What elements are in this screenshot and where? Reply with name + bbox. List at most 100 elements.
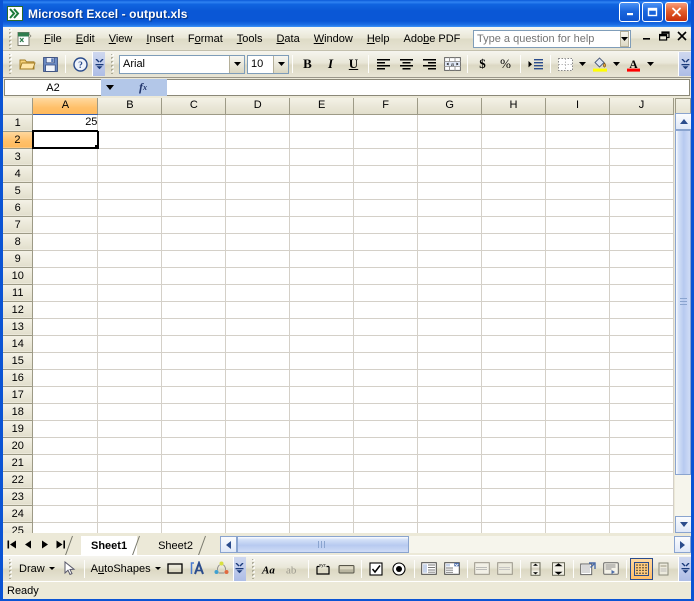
- cell-b9[interactable]: [97, 250, 163, 268]
- cell-g12[interactable]: [417, 301, 483, 319]
- cell-j12[interactable]: [609, 301, 674, 319]
- scroll-up-icon[interactable]: [675, 113, 691, 130]
- cell-d24[interactable]: [225, 505, 291, 523]
- cell-c24[interactable]: [161, 505, 227, 523]
- cell-h6[interactable]: [481, 199, 546, 217]
- cell-e4[interactable]: [289, 165, 355, 183]
- cell-a3[interactable]: [32, 148, 99, 166]
- diagram-icon[interactable]: [210, 558, 233, 580]
- font-color-icon[interactable]: A: [622, 53, 645, 75]
- cell-g22[interactable]: [417, 471, 483, 489]
- cell-f24[interactable]: [353, 505, 419, 523]
- cell-c13[interactable]: [161, 318, 227, 336]
- cell-b19[interactable]: [97, 420, 163, 438]
- cell-d6[interactable]: [225, 199, 291, 217]
- cell-j5[interactable]: [609, 182, 674, 200]
- cell-j20[interactable]: [609, 437, 674, 455]
- cell-g10[interactable]: [417, 267, 483, 285]
- row-header-24[interactable]: 24: [3, 505, 34, 523]
- cell-d8[interactable]: [225, 233, 291, 251]
- cell-c25[interactable]: [161, 522, 227, 533]
- column-header-g[interactable]: G: [417, 98, 483, 115]
- cell-d1[interactable]: [225, 114, 291, 132]
- cell-a11[interactable]: [32, 284, 99, 302]
- toggle-button-icon[interactable]: [471, 558, 494, 580]
- cell-g4[interactable]: [417, 165, 483, 183]
- wordart-icon[interactable]: [187, 558, 210, 580]
- cell-b18[interactable]: [97, 403, 163, 421]
- cell-b2[interactable]: [97, 131, 163, 149]
- cell-b5[interactable]: [97, 182, 163, 200]
- drawing-toolbar-gripper[interactable]: [6, 558, 15, 579]
- cell-c22[interactable]: [161, 471, 227, 489]
- formatting-toolbar-gripper[interactable]: [108, 54, 117, 74]
- cell-b15[interactable]: [97, 352, 163, 370]
- vertical-scroll-track[interactable]: [675, 475, 691, 516]
- cell-f20[interactable]: [353, 437, 419, 455]
- cell-i20[interactable]: [545, 437, 610, 455]
- rectangle-icon[interactable]: [164, 558, 187, 580]
- cell-a25[interactable]: [32, 522, 99, 533]
- row-header-21[interactable]: 21: [3, 454, 34, 472]
- cell-e12[interactable]: [289, 301, 355, 319]
- cell-g19[interactable]: [417, 420, 483, 438]
- cell-c4[interactable]: [161, 165, 227, 183]
- cell-f5[interactable]: [353, 182, 419, 200]
- cell-d4[interactable]: [225, 165, 291, 183]
- cell-f6[interactable]: [353, 199, 419, 217]
- cell-b23[interactable]: [97, 488, 163, 506]
- label-icon[interactable]: ab: [282, 558, 305, 580]
- cell-e7[interactable]: [289, 216, 355, 234]
- command-button-icon[interactable]: [335, 558, 358, 580]
- cell-a16[interactable]: [32, 369, 99, 387]
- cell-c23[interactable]: [161, 488, 227, 506]
- cell-a23[interactable]: [32, 488, 99, 506]
- cell-d16[interactable]: [225, 369, 291, 387]
- cell-g1[interactable]: [417, 114, 483, 132]
- cell-d2[interactable]: [225, 131, 291, 149]
- row-header-23[interactable]: 23: [3, 488, 34, 506]
- spinner-icon[interactable]: [547, 558, 570, 580]
- open-icon[interactable]: [16, 53, 39, 75]
- menu-edit[interactable]: Edit: [69, 30, 102, 48]
- autoshapes-menu-button[interactable]: AutoShapes: [88, 558, 164, 580]
- properties-icon[interactable]: [577, 558, 600, 580]
- list-box-icon[interactable]: [418, 558, 441, 580]
- row-header-14[interactable]: 14: [3, 335, 34, 353]
- doc-restore-icon[interactable]: [659, 31, 670, 44]
- row-header-17[interactable]: 17: [3, 386, 34, 404]
- cell-j15[interactable]: [609, 352, 674, 370]
- cell-e15[interactable]: [289, 352, 355, 370]
- menu-tools[interactable]: Tools: [230, 30, 270, 48]
- cell-e24[interactable]: [289, 505, 355, 523]
- cell-f21[interactable]: [353, 454, 419, 472]
- cell-f19[interactable]: [353, 420, 419, 438]
- cell-d12[interactable]: [225, 301, 291, 319]
- bold-button[interactable]: B: [296, 53, 319, 75]
- cell-h23[interactable]: [481, 488, 546, 506]
- cell-b21[interactable]: [97, 454, 163, 472]
- borders-button[interactable]: [554, 53, 588, 75]
- underline-button[interactable]: U: [342, 53, 365, 75]
- cell-b12[interactable]: [97, 301, 163, 319]
- cell-g25[interactable]: [417, 522, 483, 533]
- scroll-down-icon[interactable]: [675, 516, 691, 533]
- cell-c14[interactable]: [161, 335, 227, 353]
- cell-c6[interactable]: [161, 199, 227, 217]
- cell-f9[interactable]: [353, 250, 419, 268]
- align-left-icon[interactable]: [372, 53, 395, 75]
- cell-a12[interactable]: [32, 301, 99, 319]
- cell-h15[interactable]: [481, 352, 546, 370]
- column-header-f[interactable]: F: [353, 98, 419, 115]
- cell-a21[interactable]: [32, 454, 99, 472]
- save-icon[interactable]: [39, 53, 62, 75]
- cell-e21[interactable]: [289, 454, 355, 472]
- fill-color-icon[interactable]: [588, 53, 611, 75]
- menu-file[interactable]: File: [37, 30, 69, 48]
- cell-i9[interactable]: [545, 250, 610, 268]
- doc-close-icon[interactable]: [677, 31, 687, 44]
- cell-e6[interactable]: [289, 199, 355, 217]
- column-header-i[interactable]: I: [545, 98, 610, 115]
- menu-insert[interactable]: Insert: [139, 30, 181, 48]
- formula-input[interactable]: [167, 79, 690, 96]
